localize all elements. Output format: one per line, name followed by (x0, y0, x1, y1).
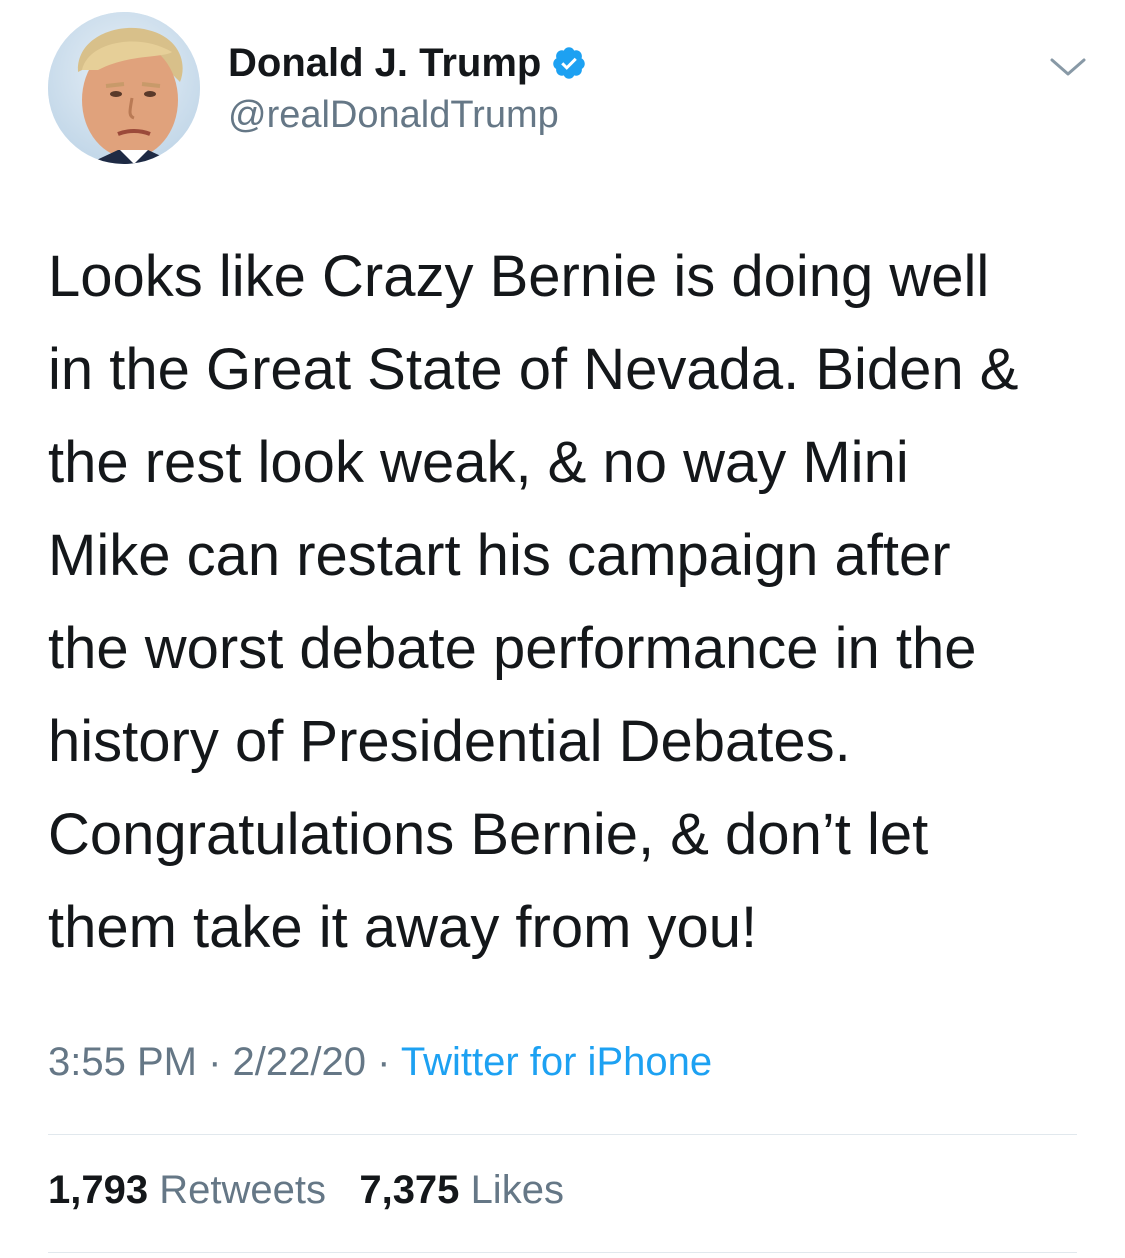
display-name-row: Donald J. Trump (228, 38, 587, 88)
divider (48, 1252, 1077, 1253)
tweet-date[interactable]: 2/22/20 (233, 1040, 366, 1084)
verified-badge-icon (551, 45, 587, 81)
likes-label: Likes (470, 1168, 564, 1212)
chevron-down-icon[interactable] (1048, 52, 1088, 82)
retweets-stat[interactable]: 1,793 Retweets (48, 1168, 326, 1212)
avatar[interactable] (48, 12, 200, 164)
tweet-time[interactable]: 3:55 PM (48, 1040, 197, 1084)
meta-separator: · (377, 1040, 391, 1084)
tweet-stats: 1,793 Retweets 7,375 Likes (48, 1168, 564, 1213)
retweets-count: 1,793 (48, 1168, 149, 1212)
avatar-image (48, 12, 200, 164)
tweet-header: Donald J. Trump @realDonaldTrump (48, 12, 1088, 172)
tweet-source-link[interactable]: Twitter for iPhone (401, 1040, 712, 1084)
divider (48, 1134, 1077, 1135)
tweet-text: Looks like Crazy Bernie is doing well in… (48, 244, 1019, 960)
retweets-label: Retweets (159, 1168, 326, 1212)
meta-separator: · (208, 1040, 222, 1084)
handle[interactable]: @realDonaldTrump (228, 94, 587, 137)
likes-stat[interactable]: 7,375 Likes (359, 1168, 564, 1212)
likes-count: 7,375 (359, 1168, 460, 1212)
display-name[interactable]: Donald J. Trump (228, 41, 541, 86)
tweet: Donald J. Trump @realDonaldTrump Looks l… (0, 0, 1125, 1258)
tweet-meta: 3:55 PM · 2/22/20 · Twitter for iPhone (48, 1040, 712, 1085)
author-names: Donald J. Trump @realDonaldTrump (228, 38, 587, 137)
